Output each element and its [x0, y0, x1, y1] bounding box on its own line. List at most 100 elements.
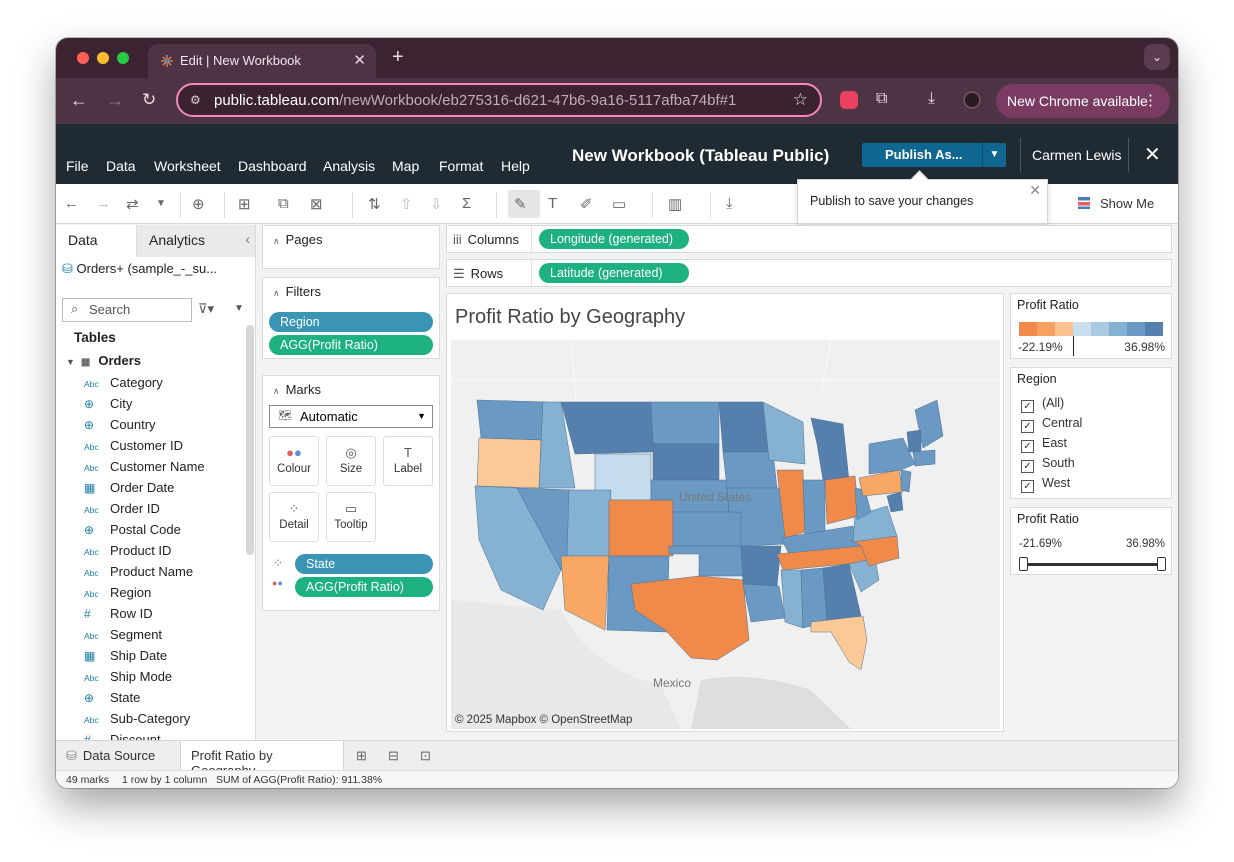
state-mark[interactable]	[906, 429, 922, 453]
replay-icon[interactable]: ⇄	[126, 195, 139, 213]
new-worksheet-tab-icon[interactable]: ⊞	[346, 741, 377, 771]
extension-icon[interactable]	[840, 91, 858, 109]
tab-analytics[interactable]: Analytics ‹	[136, 225, 255, 257]
menu-data[interactable]: Data	[106, 158, 136, 174]
filter-pill-region[interactable]: Region	[269, 312, 433, 332]
publish-dropdown-icon[interactable]: ▼	[982, 143, 1006, 167]
menu-help[interactable]: Help	[501, 158, 530, 174]
region-option[interactable]: ✓ Central	[1021, 416, 1082, 433]
extensions-puzzle-icon[interactable]: ⧉	[876, 90, 887, 108]
new-tab-button[interactable]: +	[392, 46, 404, 69]
menu-format[interactable]: Format	[439, 158, 483, 174]
profile-avatar[interactable]	[963, 91, 981, 109]
state-mark[interactable]	[566, 489, 612, 557]
user-name[interactable]: Carmen Lewis	[1032, 147, 1121, 163]
state-mark[interactable]	[740, 545, 782, 587]
close-window-button[interactable]	[77, 52, 89, 64]
field-item[interactable]: ⊕ State	[84, 690, 140, 705]
tab-search-button[interactable]: ⌄	[1144, 44, 1170, 70]
state-mark[interactable]	[476, 399, 548, 441]
menu-dashboard[interactable]: Dashboard	[238, 158, 307, 174]
marks-pill-profit-ratio[interactable]: AGG(Profit Ratio)	[295, 577, 433, 597]
state-mark[interactable]	[672, 511, 742, 547]
menu-file[interactable]: File	[66, 158, 89, 174]
field-item[interactable]: ▦ Order Date	[84, 480, 174, 495]
state-mark[interactable]	[802, 479, 826, 537]
sort-ascending-icon[interactable]: ⇧	[400, 195, 413, 213]
more-menu-icon[interactable]: ⋮	[1143, 91, 1158, 109]
map-attribution[interactable]: © 2025 Mapbox © OpenStreetMap	[455, 714, 632, 726]
site-settings-icon[interactable]: ⚙	[190, 93, 204, 107]
menu-worksheet[interactable]: Worksheet	[154, 158, 221, 174]
field-item[interactable]: Abc Ship Mode	[84, 669, 172, 684]
clear-sheet-icon[interactable]: ⊠	[310, 195, 323, 213]
zoom-window-button[interactable]	[117, 52, 129, 64]
state-mark[interactable]	[476, 437, 542, 489]
redo-icon[interactable]: →	[96, 195, 111, 212]
labels-icon[interactable]: T	[548, 195, 557, 212]
region-option[interactable]: ✓ (All)	[1021, 396, 1064, 413]
filter-pill-profit-ratio[interactable]: AGG(Profit Ratio)	[269, 335, 433, 355]
field-item[interactable]: Abc Category	[84, 375, 163, 390]
detail-button[interactable]: ⁘ Detail	[269, 492, 319, 542]
state-mark[interactable]	[608, 499, 674, 557]
state-mark[interactable]	[652, 443, 720, 481]
show-cards-icon[interactable]: ▥	[668, 195, 682, 213]
search-input[interactable]: ⌕ Search	[62, 298, 192, 322]
chrome-update-button[interactable]: New Chrome available ⋮	[996, 84, 1170, 118]
address-bar[interactable]: ⚙ public.tableau.com/newWorkbook/eb27531…	[176, 83, 822, 117]
minimize-window-button[interactable]	[97, 52, 109, 64]
filters-card[interactable]: ∧ Filters Region AGG(Profit Ratio)	[262, 277, 440, 359]
range-max-handle[interactable]	[1157, 557, 1166, 571]
field-item[interactable]: # Discount	[84, 732, 161, 740]
checkbox-checked-icon[interactable]: ✓	[1021, 420, 1034, 433]
field-item[interactable]: ⊕ Postal Code	[84, 522, 181, 537]
bookmark-star-icon[interactable]: ☆	[793, 90, 808, 110]
callout-close-icon[interactable]: ✕	[1029, 182, 1041, 199]
state-mark[interactable]	[900, 469, 912, 493]
field-item[interactable]: ▦ Ship Date	[84, 648, 167, 663]
highlight-icon[interactable]: ✎	[508, 190, 540, 218]
size-button[interactable]: ◎ Size	[326, 436, 376, 486]
data-source-tab[interactable]: ⛁ Data Source	[56, 741, 180, 771]
back-icon[interactable]: ←	[70, 90, 88, 111]
fit-icon[interactable]: ▭	[612, 195, 626, 213]
rows-shelf[interactable]: ☰ Rows Latitude (generated)	[446, 259, 1172, 287]
browser-tab[interactable]: Edit | New Workbook ✕	[148, 44, 376, 78]
field-item[interactable]: Abc Product ID	[84, 543, 171, 558]
new-worksheet-icon[interactable]: ⊞	[238, 195, 251, 213]
columns-shelf[interactable]: iii Columns Longitude (generated)	[446, 225, 1172, 253]
table-orders[interactable]: ▼ ▦ Orders	[66, 353, 141, 368]
field-item[interactable]: Abc Region	[84, 585, 151, 600]
label-button[interactable]: T Label	[383, 436, 433, 486]
new-datasource-icon[interactable]: ⊕	[192, 195, 205, 213]
filter-fields-icon[interactable]: ⊽▾	[198, 301, 214, 317]
swap-icon[interactable]: ⇅	[368, 195, 381, 213]
publish-button[interactable]: Publish As... ▼	[862, 143, 1006, 167]
field-item[interactable]: Abc Product Name	[84, 564, 193, 579]
state-mark[interactable]	[718, 401, 770, 453]
state-mark[interactable]	[912, 449, 936, 467]
menu-analysis[interactable]: Analysis	[323, 158, 375, 174]
checkbox-checked-icon[interactable]: ✓	[1021, 480, 1034, 493]
close-editor-icon[interactable]: ✕	[1144, 142, 1161, 167]
sheet-tab-active[interactable]: Profit Ratio by Geography	[180, 741, 344, 778]
field-item[interactable]: # Row ID	[84, 606, 153, 621]
reload-icon[interactable]: ↻	[142, 90, 156, 110]
sort-descending-icon[interactable]: ⇩	[430, 195, 443, 213]
undo-icon[interactable]: ←	[64, 195, 79, 212]
tab-close-icon[interactable]: ✕	[353, 51, 366, 69]
download-data-icon[interactable]: ⤓	[726, 195, 733, 212]
region-option[interactable]: ✓ East	[1021, 436, 1067, 453]
map-canvas[interactable]: United States Mexico © 2025 Mapbox © Ope…	[451, 340, 1000, 729]
field-item[interactable]: Abc Customer ID	[84, 438, 183, 453]
state-mark[interactable]	[650, 401, 720, 445]
field-item[interactable]: Abc Segment	[84, 627, 162, 642]
pages-card[interactable]: ∧ Pages	[262, 225, 440, 269]
new-story-tab-icon[interactable]: ⊡	[410, 741, 441, 771]
field-item[interactable]: ⊕ City	[84, 396, 132, 411]
totals-icon[interactable]: Σ	[462, 195, 471, 212]
checkbox-checked-icon[interactable]: ✓	[1021, 400, 1034, 413]
rows-pill-latitude[interactable]: Latitude (generated)	[539, 263, 689, 283]
region-option[interactable]: ✓ South	[1021, 456, 1075, 473]
